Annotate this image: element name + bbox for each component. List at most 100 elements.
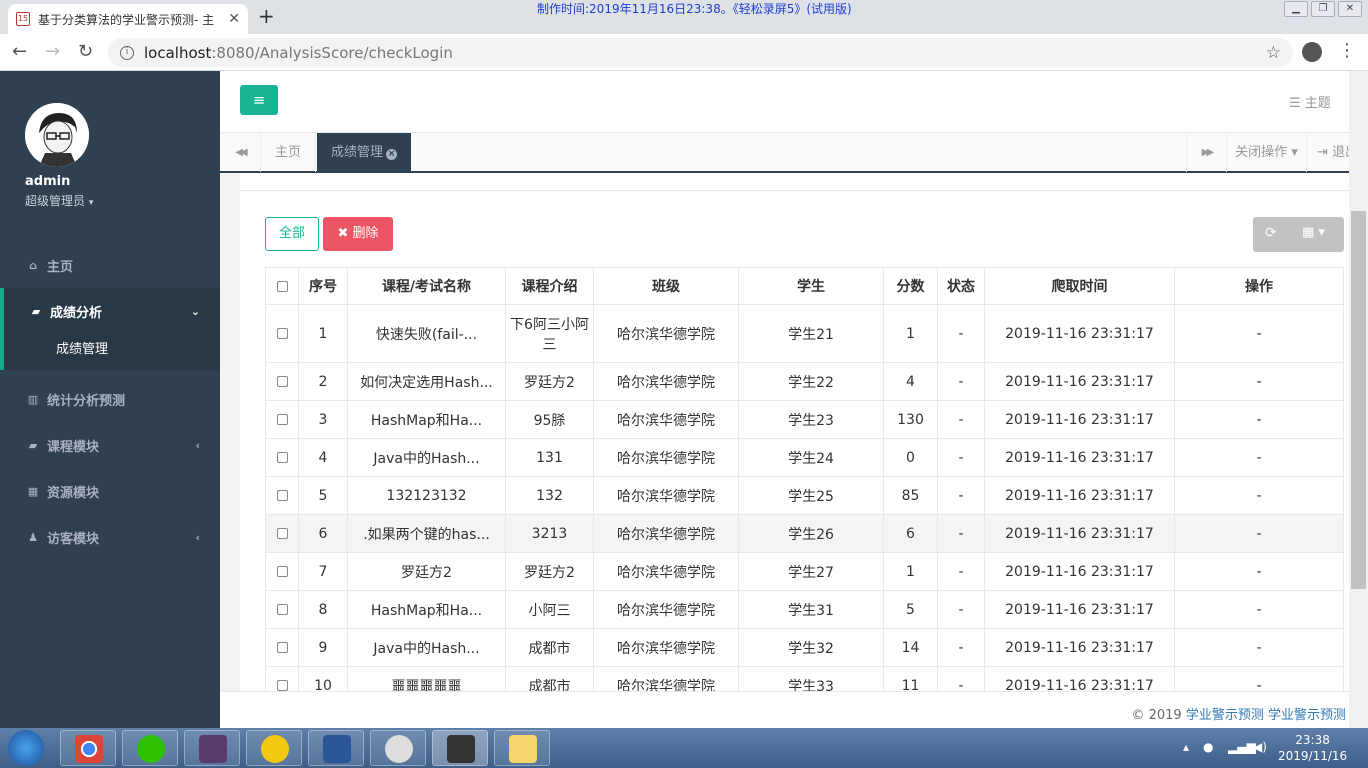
column-header[interactable]: 分数 bbox=[883, 267, 938, 305]
column-header[interactable]: 操作 bbox=[1174, 267, 1344, 305]
menu-item-score-analysis[interactable]: ▰ 成绩分析 ⌄ bbox=[0, 288, 220, 334]
column-header[interactable]: 班级 bbox=[593, 267, 739, 305]
table-cell: 8 bbox=[298, 590, 348, 629]
table-row[interactable]: 7 罗廷方2 罗廷方2 哈尔滨华德学院 学生27 1-2019-11-16 23:31:1… bbox=[265, 552, 1344, 591]
back-icon[interactable]: ← bbox=[12, 41, 27, 62]
column-header[interactable]: 爬取时间 bbox=[984, 267, 1175, 305]
close-window-icon[interactable]: ✕ bbox=[1338, 1, 1362, 17]
reload-icon[interactable]: ↻ bbox=[78, 41, 93, 62]
checkbox[interactable] bbox=[276, 280, 288, 292]
table-row[interactable]: 5 132123132 132 哈尔滨华德学院 学生25 85-2019-11-16 23… bbox=[265, 476, 1344, 515]
menu-item-course[interactable]: ▰ 课程模块 ‹ bbox=[0, 422, 220, 468]
page-scrollbar[interactable] bbox=[1349, 71, 1368, 728]
clock-time: 23:38 bbox=[1295, 733, 1330, 747]
tabs-next-icon[interactable]: ▶▶ bbox=[1186, 133, 1226, 172]
column-header[interactable]: 学生 bbox=[738, 267, 884, 305]
menu-item-resource[interactable]: ▦ 资源模块 bbox=[0, 468, 220, 514]
table-row[interactable]: 2 如何决定选用Hash... 罗廷方2 哈尔滨华德学院 学生22 4-2019-11-1… bbox=[265, 362, 1344, 401]
row-select-cell[interactable] bbox=[265, 552, 299, 591]
tabs-prev-icon[interactable]: ◀◀ bbox=[220, 133, 260, 172]
network-tray-icon[interactable]: ▂▄▆ bbox=[1228, 740, 1256, 754]
start-button-icon[interactable] bbox=[8, 730, 44, 766]
table-row[interactable]: 3 HashMap和Ha... 95脎 哈尔滨华德学院 学生23 130-2019-11-… bbox=[265, 400, 1344, 439]
javaee-ide-taskbar-icon[interactable] bbox=[184, 730, 240, 766]
table-cell: - bbox=[1174, 514, 1344, 553]
tab-home[interactable]: 主页 bbox=[260, 133, 317, 172]
checkbox[interactable] bbox=[276, 680, 288, 691]
checkbox[interactable] bbox=[276, 490, 288, 501]
site-info-icon[interactable]: i bbox=[120, 45, 134, 60]
minimize-icon[interactable]: ▁ bbox=[1284, 1, 1308, 17]
row-select-cell[interactable] bbox=[265, 514, 299, 553]
tray-clock[interactable]: 23:38 2019/11/16 bbox=[1278, 732, 1347, 764]
checkbox[interactable] bbox=[276, 328, 288, 339]
checkbox[interactable] bbox=[276, 604, 288, 615]
select-all-checkbox[interactable] bbox=[265, 267, 299, 305]
menu-item-visitor[interactable]: ♟ 访客模块 ‹ bbox=[0, 514, 220, 560]
close-tab-icon[interactable]: ✕ bbox=[228, 11, 240, 27]
menu-toggle-button[interactable]: ≡ bbox=[240, 85, 278, 115]
url-input[interactable]: i localhost:8080/AnalysisScore/checkLogi… bbox=[108, 38, 1293, 67]
footer-link[interactable]: 学业警示预测 bbox=[1186, 708, 1264, 723]
tray-up-icon[interactable]: ▴ bbox=[1183, 740, 1189, 754]
chrome-taskbar-icon[interactable] bbox=[60, 730, 116, 766]
table-row[interactable]: 10 噩噩噩噩噩 成都市 哈尔滨华德学院 学生33 11-2019-11-16 23:31… bbox=[265, 666, 1344, 691]
row-select-cell[interactable] bbox=[265, 362, 299, 401]
row-select-cell[interactable] bbox=[265, 438, 299, 477]
menu-item-statistics[interactable]: ▥ 统计分析预测 bbox=[0, 376, 220, 422]
checkbox[interactable] bbox=[276, 414, 288, 425]
forward-icon[interactable]: → bbox=[45, 41, 60, 62]
new-tab-button[interactable]: + bbox=[258, 4, 275, 28]
delete-button[interactable]: ✖ 删除 bbox=[323, 217, 393, 251]
maximize-icon[interactable]: ❐ bbox=[1311, 1, 1335, 17]
menu-item-home[interactable]: ⌂ 主页 bbox=[0, 242, 220, 288]
tab-score-management[interactable]: 成绩管理 × bbox=[317, 133, 412, 172]
row-select-cell[interactable] bbox=[265, 628, 299, 667]
show-all-button[interactable]: 全部 bbox=[265, 217, 319, 251]
table-row[interactable]: 8 HashMap和Ha... 小阿三 哈尔滨华德学院 学生31 5-2019-11-16… bbox=[265, 590, 1344, 629]
wechat-taskbar-icon[interactable] bbox=[122, 730, 178, 766]
row-select-cell[interactable] bbox=[265, 304, 299, 363]
explorer-taskbar-icon[interactable] bbox=[494, 730, 550, 766]
checkbox[interactable] bbox=[276, 452, 288, 463]
app-taskbar-icon[interactable] bbox=[370, 730, 426, 766]
close-operations-dropdown[interactable]: 关闭操作 ▾ bbox=[1226, 133, 1306, 172]
user-role-dropdown[interactable]: 超级管理员 ▾ bbox=[25, 192, 93, 209]
column-header[interactable]: 状态 bbox=[937, 267, 985, 305]
checkbox[interactable] bbox=[276, 566, 288, 577]
refresh-icon[interactable]: ⟳ bbox=[1265, 225, 1277, 241]
table-cell: 哈尔滨华德学院 bbox=[593, 362, 739, 401]
app-taskbar-icon[interactable] bbox=[246, 730, 302, 766]
scrollbar-thumb[interactable] bbox=[1351, 211, 1366, 589]
qq-tray-icon[interactable]: ● bbox=[1203, 740, 1213, 754]
column-header[interactable]: 课程/考试名称 bbox=[347, 267, 506, 305]
table-cell: 学生27 bbox=[738, 552, 884, 591]
table-row[interactable]: 1 快速失败(fail-... 下6阿三小阿三 哈尔滨华德学院 学生21 1-2019-1… bbox=[265, 304, 1344, 363]
submenu-item-score-management[interactable]: 成绩管理 bbox=[0, 330, 220, 370]
browser-tab[interactable]: 15 基于分类算法的学业警示预测- 主 ✕ bbox=[8, 4, 248, 34]
browser-menu-icon[interactable]: ⋮ bbox=[1338, 40, 1356, 61]
row-select-cell[interactable] bbox=[265, 400, 299, 439]
row-select-cell[interactable] bbox=[265, 476, 299, 515]
checkbox[interactable] bbox=[276, 376, 288, 387]
bookmark-star-icon[interactable]: ☆ bbox=[1266, 43, 1281, 63]
theme-button[interactable]: ☰ 主题 bbox=[1289, 92, 1331, 111]
volume-tray-icon[interactable]: ◀) bbox=[1253, 740, 1267, 754]
word-taskbar-icon[interactable] bbox=[308, 730, 364, 766]
table-row[interactable]: 9 Java中的Hash... 成都市 哈尔滨华德学院 学生32 14-2019-11-1… bbox=[265, 628, 1344, 667]
checkbox[interactable] bbox=[276, 528, 288, 539]
column-header[interactable]: 课程介绍 bbox=[505, 267, 594, 305]
checkbox[interactable] bbox=[276, 642, 288, 653]
close-tab-icon[interactable]: × bbox=[386, 149, 398, 160]
row-select-cell[interactable] bbox=[265, 590, 299, 629]
table-cell: 学生26 bbox=[738, 514, 884, 553]
columns-icon[interactable]: ▦ ▾ bbox=[1302, 225, 1325, 240]
footer-link[interactable]: 学业警示预测 bbox=[1268, 708, 1346, 723]
score-table: 序号 课程/考试名称 课程介绍 班级 学生 分数 状态 爬取时间 操作 1 快速失… bbox=[265, 267, 1344, 691]
app-taskbar-icon[interactable] bbox=[432, 730, 488, 766]
table-row[interactable]: 6 .如果两个键的has... 3213 哈尔滨华德学院 学生26 6-2019-11-1… bbox=[265, 514, 1344, 553]
account-icon[interactable] bbox=[1302, 42, 1322, 62]
table-row[interactable]: 4 Java中的Hash... 131 哈尔滨华德学院 学生24 0-2019-11-16… bbox=[265, 438, 1344, 477]
column-header[interactable]: 序号 bbox=[298, 267, 348, 305]
row-select-cell[interactable] bbox=[265, 666, 299, 691]
